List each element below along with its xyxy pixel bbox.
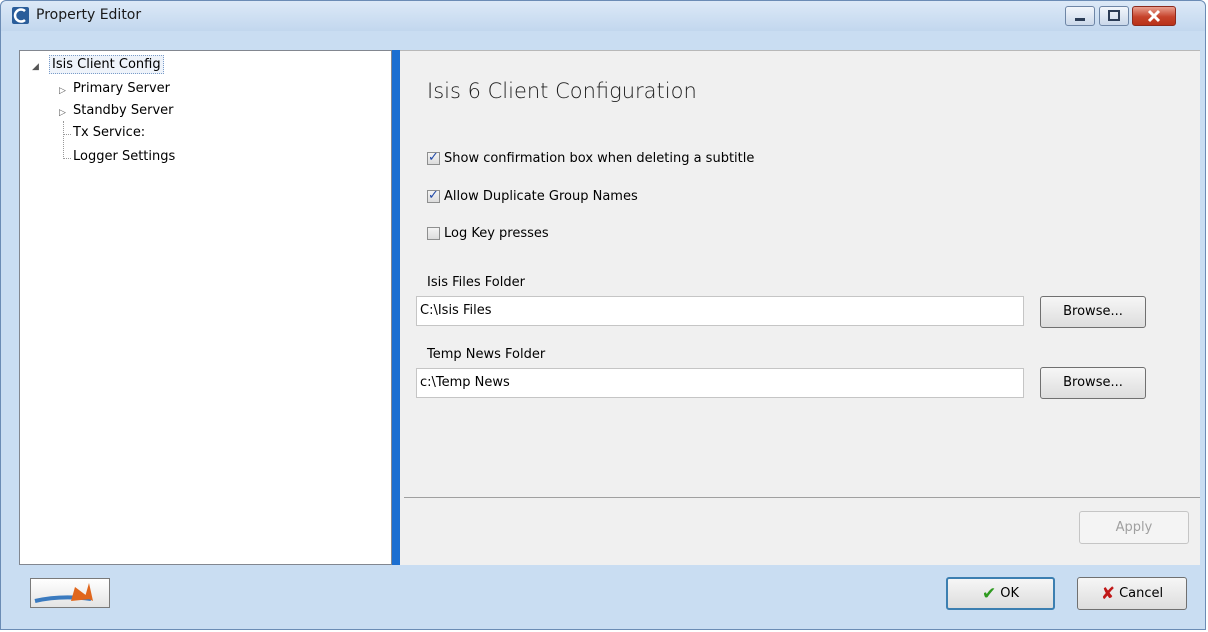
temp-news-label: Temp News Folder	[427, 347, 546, 362]
close-button[interactable]	[1132, 6, 1176, 26]
cancel-x-icon: ✘	[1100, 583, 1116, 604]
expand-triangle-icon[interactable]: ▷	[59, 108, 66, 118]
cancel-button[interactable]: ✘ Cancel	[1077, 577, 1187, 610]
page-title: Isis 6 Client Configuration	[427, 79, 697, 103]
title-bar[interactable]: Property Editor	[1, 1, 1205, 31]
log-keys-checkbox[interactable]	[427, 227, 440, 240]
logo-icon	[34, 583, 93, 603]
checkmark-icon: ✔	[981, 583, 997, 604]
checkbox-label: Log Key presses	[444, 226, 549, 241]
ok-label: OK	[1000, 586, 1019, 601]
minimize-icon	[1075, 18, 1085, 21]
tree-item-tx-service[interactable]: Tx Service:	[70, 125, 148, 140]
close-icon	[1147, 9, 1161, 23]
maximize-button[interactable]	[1099, 6, 1129, 26]
splitter[interactable]	[392, 50, 400, 565]
temp-news-input[interactable]: c:\Temp News	[416, 368, 1024, 398]
checkbox-label: Allow Duplicate Group Names	[444, 189, 638, 204]
browse-temp-news-button[interactable]: Browse...	[1040, 367, 1146, 399]
checkbox-row-duplicate-groups[interactable]: Allow Duplicate Group Names	[427, 188, 638, 204]
window-title: Property Editor	[36, 7, 142, 23]
expand-triangle-icon[interactable]: ▷	[59, 86, 66, 96]
tree-connector	[63, 121, 64, 159]
tree-item-isis-client-config[interactable]: Isis Client Config	[49, 55, 164, 74]
maximize-icon	[1108, 10, 1120, 21]
tree-item-primary-server[interactable]: Primary Server	[70, 81, 173, 96]
collapse-triangle-icon[interactable]: ◢	[32, 62, 39, 72]
minimize-button[interactable]	[1065, 6, 1095, 26]
apply-button[interactable]: Apply	[1079, 511, 1189, 544]
confirm-delete-checkbox[interactable]	[427, 150, 440, 165]
isis-files-label: Isis Files Folder	[427, 275, 525, 290]
cancel-label: Cancel	[1119, 586, 1164, 601]
tree-panel[interactable]: ◢ Isis Client Config ▷ Primary Server ▷ …	[19, 50, 392, 565]
app-icon	[12, 7, 29, 24]
logo	[30, 578, 110, 608]
checkbox-label: Show confirmation box when deleting a su…	[444, 151, 755, 166]
divider	[404, 497, 1200, 498]
tree-item-standby-server[interactable]: Standby Server	[70, 103, 177, 118]
duplicate-groups-checkbox[interactable]	[427, 188, 440, 203]
checkbox-row-confirm-delete[interactable]: Show confirmation box when deleting a su…	[427, 150, 755, 166]
checkbox-row-log-keys[interactable]: Log Key presses	[427, 226, 549, 241]
browse-isis-files-button[interactable]: Browse...	[1040, 296, 1146, 328]
isis-files-input[interactable]: C:\Isis Files	[416, 296, 1024, 326]
tree-item-logger-settings[interactable]: Logger Settings	[70, 149, 178, 164]
ok-button[interactable]: ✔ OK	[946, 577, 1055, 610]
